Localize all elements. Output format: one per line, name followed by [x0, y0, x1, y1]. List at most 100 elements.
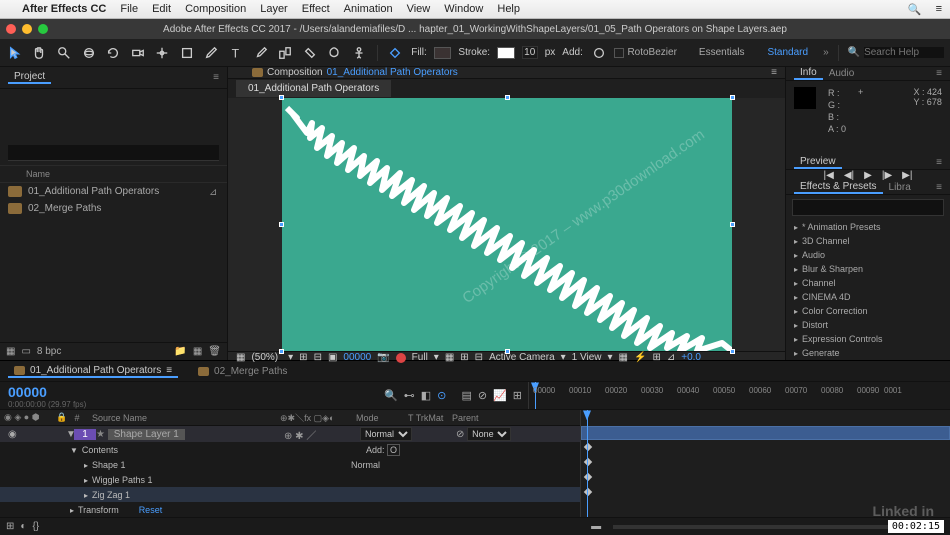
- composition-viewer[interactable]: Copyright © 2017 – www.p30download.com: [228, 98, 785, 351]
- effects-category[interactable]: * Animation Presets: [786, 220, 950, 234]
- menu-help[interactable]: Help: [497, 3, 520, 15]
- roto-tool[interactable]: [326, 44, 344, 62]
- layer-parent-select[interactable]: None: [467, 427, 511, 441]
- new-comp-icon[interactable]: ▦: [193, 346, 202, 357]
- info-menu-icon[interactable]: ≡: [936, 68, 942, 79]
- new-folder-icon[interactable]: 📁: [174, 346, 186, 357]
- prev-frame-button[interactable]: ◀|: [844, 170, 854, 181]
- tl-frameblend-icon[interactable]: ▤: [461, 389, 471, 402]
- effects-category[interactable]: Blur & Sharpen: [786, 262, 950, 276]
- layer-track-bar[interactable]: [581, 426, 950, 440]
- effects-category[interactable]: Channel: [786, 276, 950, 290]
- audio-tab[interactable]: Audio: [823, 68, 861, 79]
- stroke-swatch[interactable]: [497, 47, 515, 59]
- pen-tool[interactable]: [203, 44, 221, 62]
- layer-wiggle-row[interactable]: ▸Wiggle Paths 1: [0, 472, 580, 487]
- info-tab[interactable]: Info: [794, 67, 823, 80]
- maximize-window-button[interactable]: [38, 24, 48, 34]
- libraries-tab[interactable]: Libra: [883, 182, 917, 193]
- rotobezier-checkbox[interactable]: RotoBezier: [614, 47, 676, 58]
- layer-mode-select[interactable]: Normal: [360, 427, 412, 441]
- menu-layer[interactable]: Layer: [260, 3, 288, 15]
- last-frame-button[interactable]: ▶|: [902, 170, 912, 181]
- effects-menu-icon[interactable]: ≡: [936, 182, 942, 193]
- comp-breadcrumb-item[interactable]: 01_Additional Path Operators: [236, 80, 391, 97]
- stroke-width-input[interactable]: [522, 46, 538, 59]
- menubar-extra-icon[interactable]: ≡: [936, 3, 942, 15]
- snap-icon[interactable]: [387, 44, 405, 62]
- next-frame-button[interactable]: |▶: [882, 170, 892, 181]
- tl-snap-icon[interactable]: ⊞: [513, 389, 522, 402]
- menu-view[interactable]: View: [407, 3, 431, 15]
- menu-edit[interactable]: Edit: [152, 3, 171, 15]
- spotlight-icon[interactable]: 🔍: [908, 3, 922, 16]
- anchor-tool[interactable]: [153, 44, 171, 62]
- toggle-modes-icon[interactable]: ◐: [20, 521, 26, 532]
- layer-zigzag-row[interactable]: ▸Zig Zag 1: [0, 487, 580, 502]
- rotate-tool[interactable]: [104, 44, 122, 62]
- workspace-standard[interactable]: Standard: [759, 47, 816, 58]
- tl-comp-flowchart-icon[interactable]: ⊷: [404, 389, 415, 402]
- app-name[interactable]: After Effects CC: [22, 3, 106, 15]
- folder-icon[interactable]: ▭: [21, 346, 30, 357]
- comp-tab-name[interactable]: 01_Additional Path Operators: [327, 67, 458, 78]
- timeline-tab-01[interactable]: 01_Additional Path Operators ≡: [8, 365, 178, 378]
- timeline-tab-02[interactable]: 02_Merge Paths: [192, 366, 293, 377]
- tl-draft3d-icon[interactable]: ◧: [421, 389, 431, 402]
- shape-tool[interactable]: [178, 44, 196, 62]
- effects-category[interactable]: Expression Controls: [786, 332, 950, 346]
- toggle-switches-icon[interactable]: ⊞: [6, 521, 14, 532]
- eraser-tool[interactable]: [301, 44, 319, 62]
- effects-category[interactable]: CINEMA 4D: [786, 290, 950, 304]
- puppet-tool[interactable]: [350, 44, 368, 62]
- bpc-label[interactable]: 8 bpc: [37, 346, 61, 357]
- project-item-02[interactable]: 02_Merge Paths: [0, 200, 227, 217]
- workspace-overflow-icon[interactable]: »: [823, 47, 829, 58]
- menu-file[interactable]: File: [120, 3, 138, 15]
- layer-transform-row[interactable]: ▸Transform Reset: [0, 502, 580, 517]
- effects-category[interactable]: Generate: [786, 346, 950, 360]
- add-dropdown[interactable]: [590, 44, 608, 62]
- clone-tool[interactable]: [276, 44, 294, 62]
- preview-menu-icon[interactable]: ≡: [936, 157, 942, 168]
- transform-reset-link[interactable]: Reset: [119, 505, 163, 515]
- project-menu-icon[interactable]: ≡: [213, 72, 219, 83]
- search-help-input[interactable]: [864, 47, 944, 58]
- timeline-ruler[interactable]: 00000 00010 00020 00030 00040 00050 0006…: [528, 382, 950, 409]
- toggle-brackets-icon[interactable]: {}: [32, 521, 39, 532]
- layer-contents-row[interactable]: ▼Contents Add: O: [0, 442, 580, 457]
- fill-swatch[interactable]: [434, 47, 452, 59]
- zoom-tool[interactable]: [55, 44, 73, 62]
- first-frame-button[interactable]: |◀: [824, 170, 834, 181]
- play-button[interactable]: ▶: [864, 170, 872, 181]
- workspace-essentials[interactable]: Essentials: [691, 47, 753, 58]
- flowchart-icon[interactable]: ⊿: [209, 187, 219, 197]
- hand-tool[interactable]: [31, 44, 49, 62]
- preview-tab[interactable]: Preview: [794, 156, 842, 169]
- menu-window[interactable]: Window: [444, 3, 483, 15]
- effects-search-input[interactable]: [792, 199, 944, 216]
- tl-graph-icon[interactable]: 📈: [493, 389, 507, 402]
- effects-tab[interactable]: Effects & Presets: [794, 181, 883, 194]
- close-window-button[interactable]: [6, 24, 16, 34]
- comp-canvas[interactable]: [282, 98, 732, 351]
- project-search-input[interactable]: [8, 145, 219, 161]
- timeline-track-area[interactable]: [580, 410, 950, 517]
- orbit-tool[interactable]: [80, 44, 98, 62]
- interpret-icon[interactable]: ▦: [6, 346, 15, 357]
- tl-search-icon[interactable]: 🔍: [384, 389, 398, 402]
- effects-category[interactable]: Audio: [786, 248, 950, 262]
- menu-animation[interactable]: Animation: [344, 3, 393, 15]
- brush-tool[interactable]: [252, 44, 270, 62]
- text-tool[interactable]: T: [227, 44, 245, 62]
- tl-shy-icon[interactable]: ⊙: [437, 389, 446, 402]
- camera-tool[interactable]: [129, 44, 147, 62]
- layer-row-1[interactable]: ◉ ▼ 1 ★ Shape Layer 1 ⊕ ✱ ／ Normal ⊘ Non…: [0, 426, 580, 442]
- trash-icon[interactable]: 🗑: [208, 346, 221, 357]
- layer-shape1-row[interactable]: ▸Shape 1 Normal: [0, 457, 580, 472]
- project-item-01[interactable]: 01_Additional Path Operators ⊿: [0, 183, 227, 200]
- selection-tool[interactable]: [6, 44, 24, 62]
- add-content-button[interactable]: Add: O: [366, 445, 400, 455]
- project-name-header[interactable]: Name: [0, 165, 227, 183]
- effects-category[interactable]: 3D Channel: [786, 234, 950, 248]
